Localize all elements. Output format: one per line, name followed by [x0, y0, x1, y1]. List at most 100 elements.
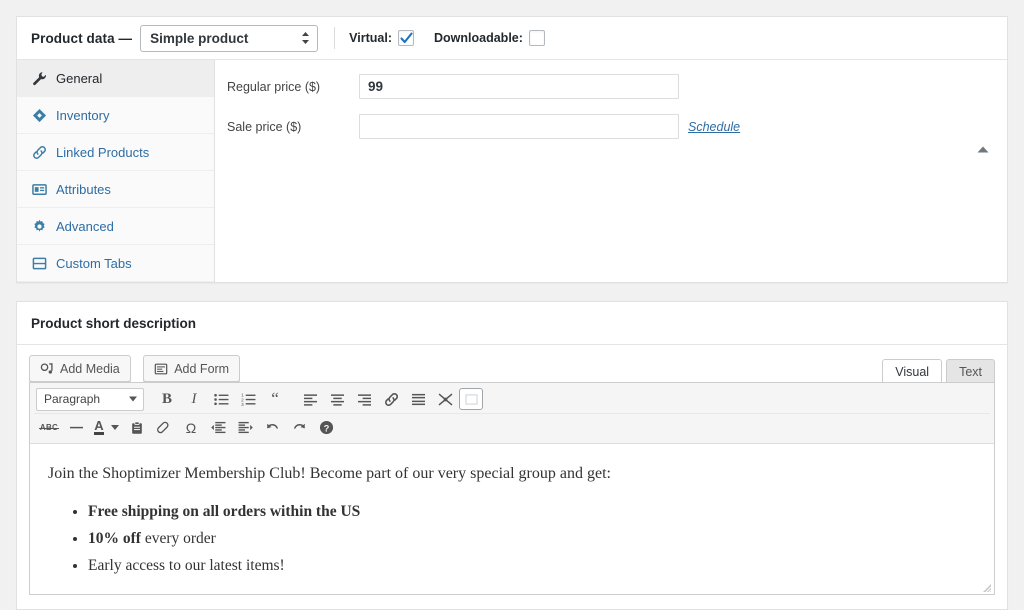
schedule-link[interactable]: Schedule: [688, 120, 740, 134]
gear-icon: [31, 218, 48, 234]
editor-paragraph: Join the Shoptimizer Membership Club! Be…: [48, 465, 611, 482]
editor-list: Free shipping on all orders within the U…: [48, 500, 976, 578]
sidebar-link-inventory[interactable]: Inventory: [17, 97, 214, 133]
list-item-bold: 10% off: [88, 530, 141, 548]
add-media-button[interactable]: Add Media: [29, 355, 131, 382]
tab-visual[interactable]: Visual: [882, 359, 943, 383]
sidebar-link-advanced[interactable]: Advanced: [17, 208, 214, 244]
table-icon: [31, 181, 48, 197]
clear-formatting-icon[interactable]: [151, 416, 177, 440]
editor-container: Paragraph B I 123 “ ABC A Ω ? Join the S…: [29, 382, 995, 595]
italic-icon[interactable]: I: [181, 387, 207, 411]
outdent-icon[interactable]: [205, 416, 231, 440]
product-data-panel: Product data — Simple product Virtual: D…: [16, 16, 1008, 283]
editor-toolbar: Paragraph B I 123 “ ABC A Ω ?: [30, 383, 994, 444]
downloadable-field: Downloadable:: [434, 30, 545, 46]
sidebar-item-attributes[interactable]: Attributes: [17, 171, 214, 208]
short-description-header: Product short description: [17, 302, 1007, 459]
add-media-label: Add Media: [60, 361, 120, 376]
bulleted-list-icon[interactable]: [208, 387, 234, 411]
sidebar-item-general[interactable]: General: [17, 60, 214, 97]
undo-icon[interactable]: [259, 416, 285, 440]
list-item-rest: every order: [140, 530, 216, 548]
insert-link-icon[interactable]: [378, 387, 404, 411]
media-icon: [40, 362, 54, 376]
virtual-checkbox[interactable]: [398, 30, 415, 46]
add-form-label: Add Form: [174, 361, 230, 376]
product-data-tabs: General Inventory Linked Products Attrib…: [17, 60, 215, 282]
toolbar-toggle-icon[interactable]: [432, 387, 458, 411]
sale-price-label: Sale price ($): [227, 119, 302, 134]
product-type-select[interactable]: Simple product: [140, 24, 319, 52]
paragraph-style-value: Paragraph: [44, 392, 101, 406]
sidebar-item-label: Advanced: [56, 218, 114, 234]
blockquote-icon[interactable]: “: [262, 387, 288, 411]
sidebar-link-linked-products[interactable]: Linked Products: [17, 134, 214, 170]
sidebar-link-attributes[interactable]: Attributes: [17, 171, 214, 207]
toolbar-row-1: Paragraph B I 123 “: [34, 385, 990, 413]
text-color-chevron-down-icon[interactable]: [109, 416, 120, 440]
editor-resize-handle[interactable]: [980, 580, 992, 593]
editor-body[interactable]: Join the Shoptimizer Membership Club! Be…: [30, 444, 994, 594]
sidebar-item-custom-tabs[interactable]: Custom Tabs: [17, 245, 214, 282]
virtual-label: Virtual:: [349, 31, 393, 45]
select-updown-icon: [301, 31, 310, 45]
toolbar-row-2: ABC A Ω ?: [34, 413, 990, 441]
list-item-bold: Free shipping on all orders within the U…: [88, 503, 361, 520]
add-form-button[interactable]: Add Form: [143, 355, 241, 382]
media-buttons: Add Media Add Form: [29, 355, 248, 382]
wrench-icon: [31, 70, 48, 86]
sidebar-link-general[interactable]: General: [17, 60, 214, 96]
sale-price-input[interactable]: [359, 114, 679, 139]
sidebar-item-inventory[interactable]: Inventory: [17, 97, 214, 134]
read-more-icon[interactable]: [405, 387, 431, 411]
indent-icon[interactable]: [232, 416, 258, 440]
header-divider: [334, 27, 336, 49]
redo-icon[interactable]: [286, 416, 312, 440]
product-data-body: General Inventory Linked Products Attrib…: [17, 60, 1007, 282]
align-left-icon[interactable]: [297, 387, 323, 411]
short-description-panel: Product short description Add Media Add …: [16, 301, 1008, 610]
archive-icon: [31, 107, 48, 123]
horizontal-rule-icon[interactable]: [63, 416, 89, 440]
sidebar-link-custom-tabs[interactable]: Custom Tabs: [17, 245, 214, 281]
align-right-icon[interactable]: [351, 387, 377, 411]
media-buttons-row: Add Media Add Form Visual Text: [29, 355, 995, 383]
strikethrough-icon[interactable]: ABC: [36, 416, 62, 440]
fullscreen-icon[interactable]: [459, 388, 483, 410]
svg-text:?: ?: [323, 423, 329, 433]
downloadable-checkbox[interactable]: [528, 30, 545, 46]
form-icon: [154, 362, 168, 376]
svg-text:3: 3: [241, 402, 244, 406]
sidebar-item-advanced[interactable]: Advanced: [17, 208, 214, 245]
editor-mode-tabs: Visual Text: [878, 358, 995, 383]
list-item: Early access to our latest items!: [88, 554, 976, 578]
regular-price-row: Regular price ($): [227, 74, 995, 99]
chevron-up-icon[interactable]: [969, 136, 997, 164]
bold-icon[interactable]: B: [154, 387, 180, 411]
sidebar-item-linked-products[interactable]: Linked Products: [17, 134, 214, 171]
help-icon[interactable]: ?: [313, 416, 339, 440]
sidebar-item-label: Attributes: [56, 181, 111, 197]
list-item: 10% off every order: [88, 527, 976, 551]
sidebar-item-label: Linked Products: [56, 144, 150, 160]
product-type-value: Simple product: [150, 30, 249, 46]
tab-text[interactable]: Text: [946, 359, 995, 383]
page-title: Product data —: [31, 30, 133, 46]
align-center-icon[interactable]: [324, 387, 350, 411]
editor-wrap: Add Media Add Form Visual Text Paragraph…: [17, 345, 1007, 609]
paste-as-text-icon[interactable]: [124, 416, 150, 440]
numbered-list-icon[interactable]: 123: [235, 387, 261, 411]
special-character-icon[interactable]: Ω: [178, 416, 204, 440]
general-fields: Regular price ($) Sale price ($) Schedul…: [215, 60, 1007, 282]
regular-price-input[interactable]: [359, 74, 679, 99]
regular-price-label: Regular price ($): [227, 79, 321, 94]
product-data-header: Product data — Simple product Virtual: D…: [17, 17, 1007, 153]
paragraph-style-select[interactable]: Paragraph: [36, 387, 144, 411]
text-color-icon[interactable]: A: [90, 416, 108, 440]
virtual-field: Virtual:: [349, 30, 415, 46]
admin-page: Product data — Simple product Virtual: D…: [0, 0, 1024, 610]
tabs-icon: [31, 255, 48, 271]
sale-price-row: Sale price ($) Schedule: [227, 114, 995, 139]
list-item: Free shipping on all orders within the U…: [88, 500, 976, 524]
